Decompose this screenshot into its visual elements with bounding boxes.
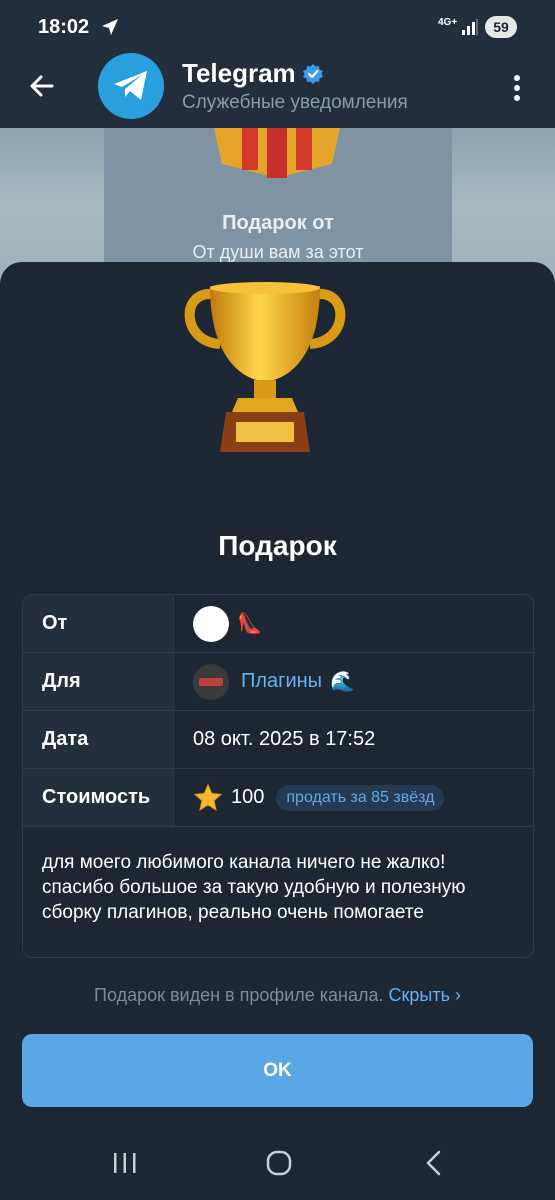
- title-row[interactable]: Telegram: [182, 58, 324, 89]
- sell-button[interactable]: продать за 85 звёзд: [276, 784, 445, 811]
- ok-button[interactable]: OK: [22, 1034, 533, 1107]
- recent-apps-icon[interactable]: [110, 1148, 140, 1178]
- arrow-left-icon[interactable]: [26, 70, 58, 102]
- recipient-channel-link[interactable]: Плагины: [241, 670, 322, 693]
- channel-avatar[interactable]: [98, 53, 164, 119]
- gift-box-icon: [214, 128, 340, 178]
- row-label: От: [42, 612, 68, 634]
- gift-message-title: Подарок от: [222, 212, 334, 234]
- star-icon: [193, 783, 223, 811]
- recipient-emoji: 🌊: [330, 671, 355, 693]
- chat-header: Telegram Служебные уведомления: [0, 53, 555, 128]
- telegram-logo-icon: [114, 71, 147, 100]
- back-nav-icon[interactable]: [420, 1148, 450, 1178]
- hide-link[interactable]: Скрыть ›: [389, 985, 461, 1005]
- chat-title: Telegram: [182, 58, 296, 88]
- sender-name-emoji: 👠: [237, 613, 262, 635]
- row-label: Дата: [42, 728, 89, 750]
- location-arrow-icon: [102, 19, 118, 35]
- visibility-note: Подарок виден в профиле канала. Скрыть ›: [0, 985, 555, 1006]
- trophy-icon: [184, 282, 346, 452]
- status-time: 18:02: [38, 16, 90, 38]
- more-vertical-icon[interactable]: [505, 68, 529, 108]
- cost-value: 100: [231, 786, 265, 808]
- sheet-title: Подарок: [218, 530, 337, 561]
- sender-avatar[interactable]: [193, 605, 229, 642]
- verified-badge-icon: [302, 63, 323, 84]
- signal-icon: [462, 19, 478, 35]
- visibility-text: Подарок виден в профиле канала.: [94, 985, 384, 1005]
- gift-sheet: Подарок От 👠 Для Плагины 🌊 Дата 08 окт. …: [0, 262, 555, 1200]
- gift-comment: для моего любимого канала ничего не жалк…: [42, 852, 466, 923]
- home-icon[interactable]: [264, 1148, 294, 1178]
- row-from: От 👠: [23, 595, 533, 653]
- recipient-value[interactable]: Плагины 🌊: [193, 653, 355, 710]
- row-cost: Стоимость 100 продать за 85 звёзд: [23, 769, 533, 827]
- system-nav-bar: [0, 1128, 555, 1200]
- network-type: 4G+: [438, 17, 458, 28]
- battery-indicator: 59: [485, 16, 517, 38]
- status-bar: 18:02 4G+ 59: [0, 0, 555, 56]
- chat-subtitle: Служебные уведомления: [182, 92, 408, 113]
- row-label: Для: [42, 670, 81, 692]
- gift-message-text: От души вам за этот: [192, 242, 364, 262]
- row-to: Для Плагины 🌊: [23, 653, 533, 711]
- sender-value[interactable]: 👠: [193, 595, 262, 652]
- row-label: Стоимость: [42, 786, 151, 808]
- row-date: Дата 08 окт. 2025 в 17:52: [23, 711, 533, 769]
- recipient-avatar[interactable]: [193, 663, 229, 700]
- date-value: 08 окт. 2025 в 17:52: [193, 728, 376, 750]
- gift-details-table: От 👠 Для Плагины 🌊 Дата 08 окт. 2025 в 1…: [22, 594, 534, 958]
